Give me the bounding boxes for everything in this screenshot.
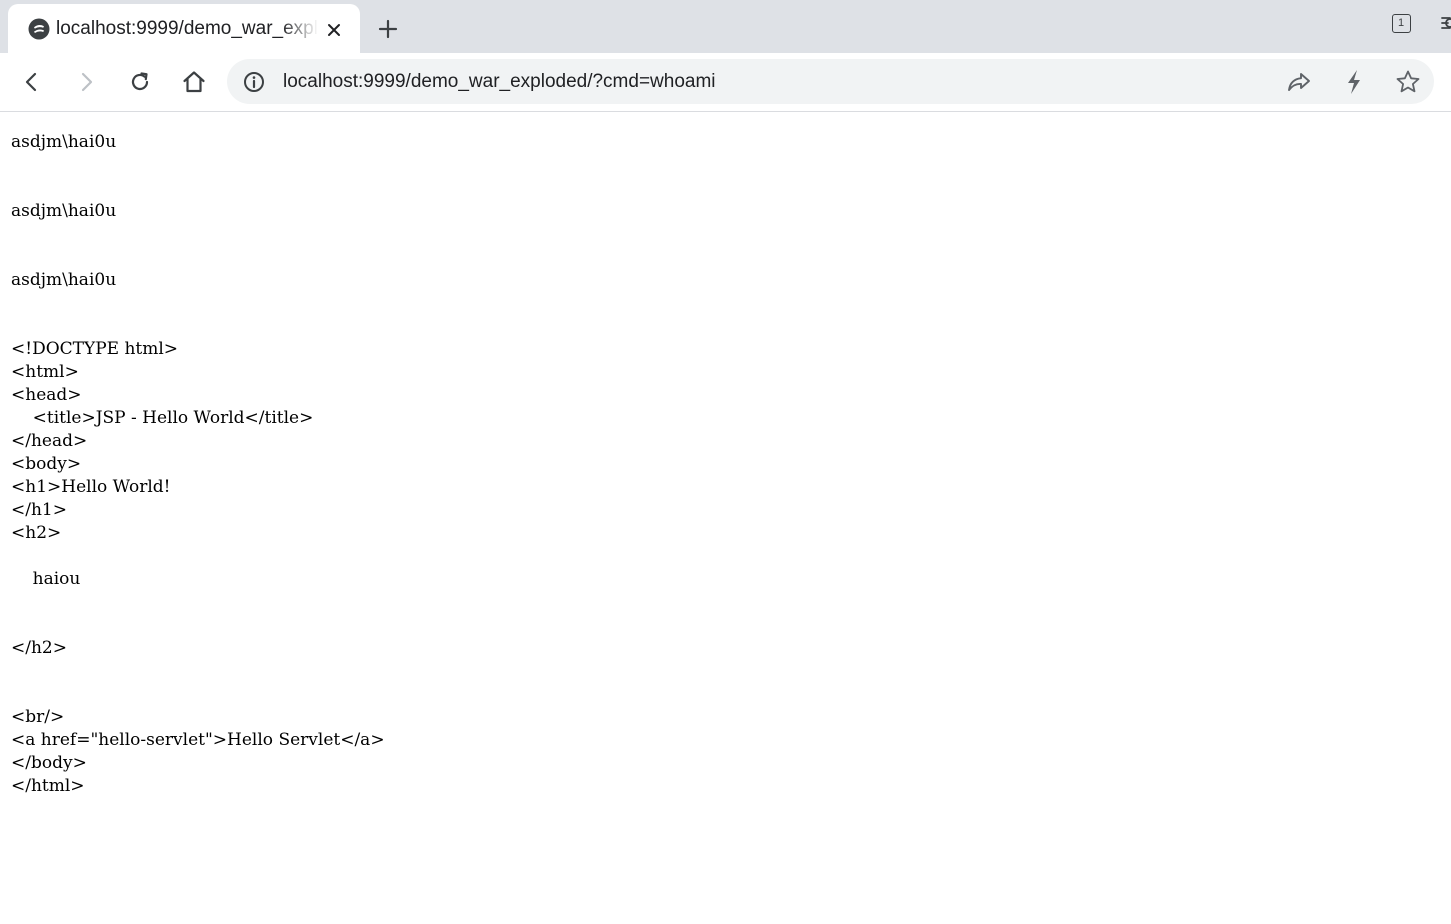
source-line: </h2>: [11, 638, 67, 658]
output-line: asdjm\hai0u: [11, 201, 117, 221]
extension-icon[interactable]: [1436, 11, 1451, 35]
blank-line: [11, 614, 1431, 637]
back-arrow-icon[interactable]: [18, 68, 46, 96]
source-line: </html>: [11, 776, 85, 796]
url-input[interactable]: [283, 67, 1263, 97]
source-line: </body>: [11, 753, 87, 773]
browser-tab-active[interactable]: localhost:9999/demo_war_exploded/?cmd=wh…: [8, 4, 360, 53]
blank-line: [11, 683, 1431, 706]
tab-count: 1: [1391, 13, 1411, 33]
source-line: <head>: [11, 385, 82, 405]
blank-line: [11, 545, 1431, 568]
source-line: haiou: [11, 569, 81, 589]
blank-line: [11, 591, 1431, 614]
home-icon[interactable]: [180, 68, 208, 96]
source-line: <html>: [11, 362, 79, 382]
source-line: <h1>Hello World!: [11, 477, 171, 497]
source-line: </head>: [11, 431, 88, 451]
forward-arrow-icon[interactable]: [72, 68, 100, 96]
blank-line: [11, 154, 1431, 177]
share-icon[interactable]: [1286, 69, 1312, 95]
blank-line: [11, 177, 1431, 200]
plus-icon[interactable]: [375, 16, 401, 42]
blank-line: [11, 315, 1431, 338]
blank-line: [11, 246, 1431, 269]
source-line: <!DOCTYPE html>: [11, 339, 179, 359]
star-icon[interactable]: [1395, 69, 1421, 95]
tab-count-button[interactable]: 1: [1389, 11, 1413, 35]
tab-title: localhost:9999/demo_war_exploded/?cmd=wh…: [56, 18, 318, 39]
close-icon[interactable]: [323, 19, 345, 41]
source-line: <body>: [11, 454, 82, 474]
browser-toolbar: [0, 53, 1451, 112]
source-line: <a href="hello-servlet">Hello Servlet</a…: [11, 730, 385, 750]
reload-icon[interactable]: [126, 68, 154, 96]
source-line: <br/>: [11, 707, 65, 727]
source-line: <h2>: [11, 523, 62, 543]
blank-line: [11, 223, 1431, 246]
browser-e-icon: [27, 17, 51, 41]
blank-line: [11, 292, 1431, 315]
info-icon[interactable]: [241, 69, 267, 95]
lightning-icon[interactable]: [1341, 69, 1367, 95]
tab-strip: localhost:9999/demo_war_exploded/?cmd=wh…: [0, 0, 1451, 53]
output-line: asdjm\hai0u: [11, 270, 117, 290]
output-line: asdjm\hai0u: [11, 132, 117, 152]
source-line: <title>JSP - Hello World</title>: [11, 408, 314, 428]
source-line: </h1>: [11, 500, 67, 520]
blank-line: [11, 660, 1431, 683]
page-content: asdjm\hai0u asdjm\hai0u asdjm\hai0u <!DO…: [11, 131, 1431, 798]
address-bar[interactable]: [227, 59, 1434, 104]
